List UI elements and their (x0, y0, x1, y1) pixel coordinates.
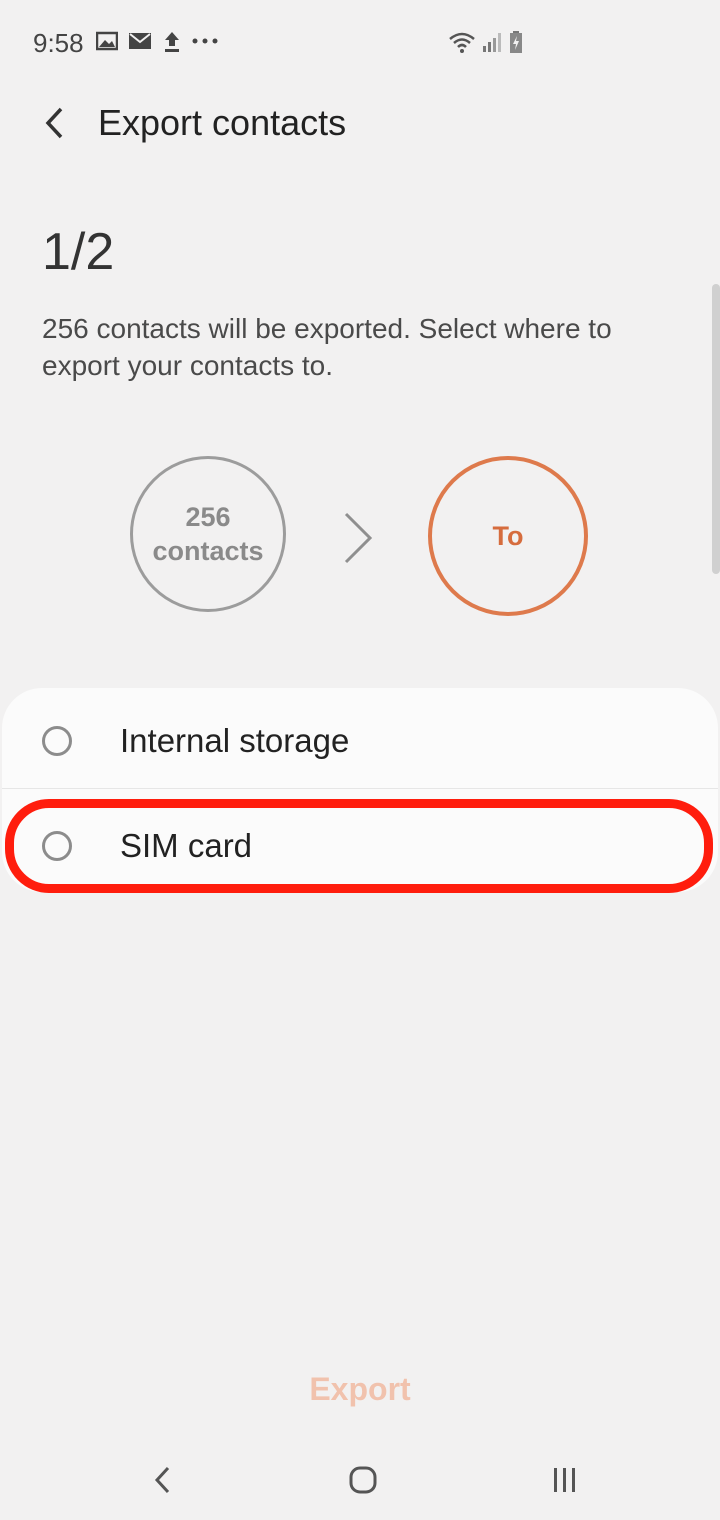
status-bar: 9:58 (0, 0, 720, 86)
wifi-icon (449, 32, 475, 53)
system-icons (448, 30, 524, 54)
nav-home-icon (349, 1466, 377, 1494)
back-button[interactable] (30, 98, 80, 148)
radio-button[interactable] (42, 726, 72, 756)
nav-home-button[interactable] (338, 1458, 388, 1502)
target-circle: To (428, 456, 588, 616)
option-label: SIM card (120, 827, 253, 864)
description-text: 256 contacts will be exported. Select wh… (42, 313, 612, 381)
page-title: Export contacts (98, 102, 347, 143)
nav-back-icon (154, 1466, 170, 1494)
radio-button[interactable] (42, 831, 72, 861)
more-dots-icon (192, 38, 218, 44)
nav-recents-button[interactable] (540, 1458, 590, 1502)
nav-back-button[interactable] (138, 1458, 188, 1502)
app-header: Export contacts (0, 86, 720, 162)
back-arrow-icon (45, 107, 63, 139)
notification-icons (96, 30, 218, 52)
mail-icon (129, 33, 151, 49)
scrollbar[interactable] (712, 284, 720, 574)
status-time: 9:58 (33, 28, 84, 58)
signal-icon (483, 33, 501, 52)
step-indicator: 1/2 (42, 223, 115, 281)
battery-charging-icon (510, 31, 522, 53)
target-label: To (492, 520, 524, 551)
upload-icon (165, 32, 179, 52)
navigation-bar (0, 1440, 720, 1520)
option-internal-storage[interactable]: Internal storage (2, 691, 718, 791)
source-unit: contacts (152, 536, 264, 566)
image-icon (96, 31, 118, 51)
option-label: Internal storage (120, 722, 350, 759)
export-destination-list: Internal storage SIM card (2, 688, 718, 892)
source-label: 256 contacts (152, 500, 263, 568)
source-circle: 256 contacts (130, 456, 286, 612)
export-button[interactable]: Export (260, 1364, 460, 1414)
chevron-right-icon (344, 512, 373, 564)
option-sim-card[interactable]: SIM card (2, 796, 718, 896)
divider (2, 788, 718, 789)
source-count: 256 (185, 502, 231, 532)
nav-recents-icon (554, 1468, 575, 1492)
